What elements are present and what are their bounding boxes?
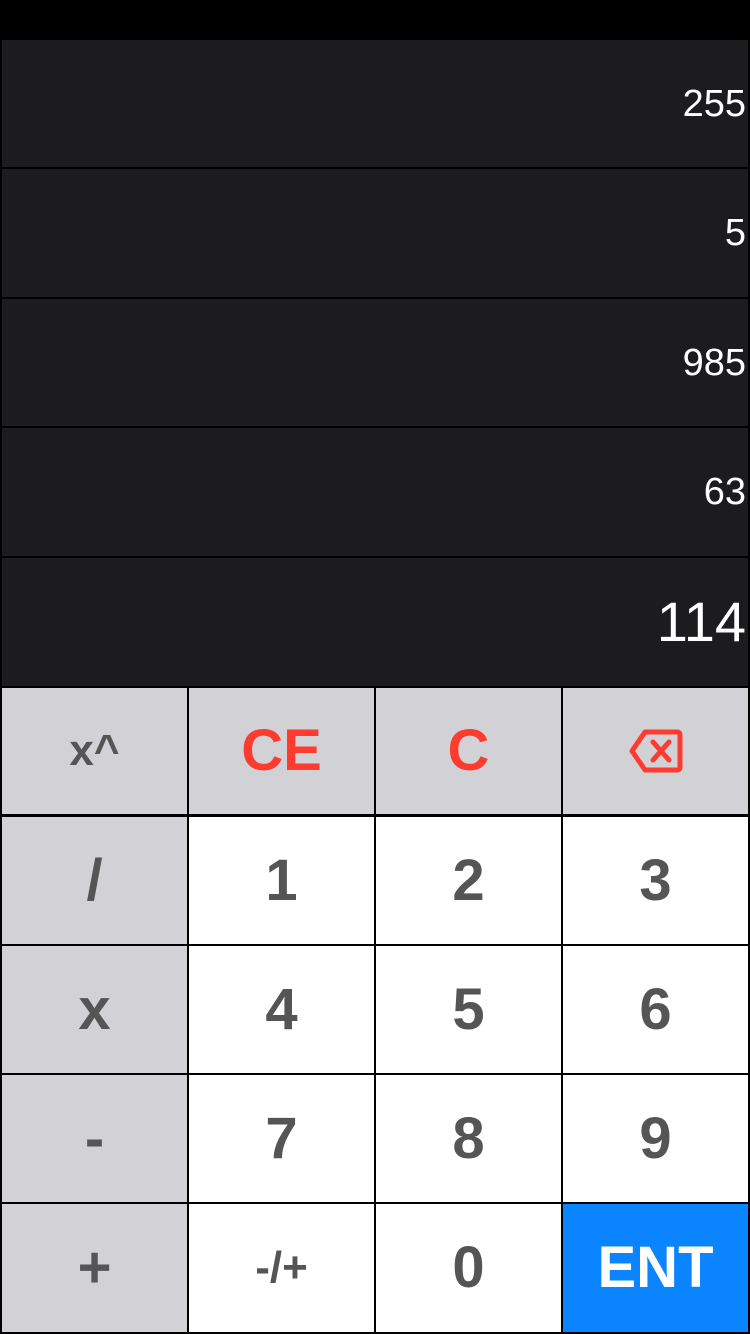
add-label: + [77,1235,112,1300]
stack-row: 63 [2,428,748,556]
power-label: x^ [69,726,120,775]
subtract-label: - [84,1105,105,1171]
negate-label: -/+ [255,1243,308,1292]
enter-button[interactable]: ENT [563,1204,748,1332]
digit-label: 2 [452,847,485,913]
keypad: x^ CE C / 1 2 3 x 4 5 6 - 7 8 9 + -/+ 0 … [0,686,750,1334]
clear-entry-label: CE [241,718,322,783]
digit-8-button[interactable]: 8 [376,1075,561,1202]
digit-label: 1 [265,847,298,913]
clear-label: C [447,718,490,783]
stack-value: 255 [682,82,746,125]
divide-button[interactable]: / [2,817,187,944]
digit-6-button[interactable]: 6 [563,946,748,1073]
subtract-button[interactable]: - [2,1075,187,1202]
stack-value: 985 [682,341,746,384]
clear-entry-button[interactable]: CE [189,688,374,814]
digit-label: 5 [452,976,485,1042]
digit-9-button[interactable]: 9 [563,1075,748,1202]
stack-row: 985 [2,299,748,426]
stack-row: 255 [2,40,748,167]
digit-2-button[interactable]: 2 [376,817,561,944]
digit-label: 0 [452,1235,485,1300]
divide-label: / [86,847,103,913]
power-button[interactable]: x^ [2,688,187,814]
digit-3-button[interactable]: 3 [563,817,748,944]
digit-label: 8 [452,1105,485,1171]
current-entry: 114 [2,558,748,686]
digit-0-button[interactable]: 0 [376,1204,561,1332]
digit-4-button[interactable]: 4 [189,946,374,1073]
negate-button[interactable]: -/+ [189,1204,374,1332]
digit-7-button[interactable]: 7 [189,1075,374,1202]
add-button[interactable]: + [2,1204,187,1332]
clear-button[interactable]: C [376,688,561,814]
multiply-label: x [78,976,111,1042]
digit-label: 9 [639,1105,672,1171]
digit-label: 7 [265,1105,298,1171]
enter-label: ENT [597,1235,714,1300]
multiply-button[interactable]: x [2,946,187,1073]
digit-1-button[interactable]: 1 [189,817,374,944]
stack-value: 5 [724,212,746,254]
current-value: 114 [656,590,746,653]
digit-label: 4 [265,976,298,1042]
digit-label: 3 [639,847,672,913]
digit-5-button[interactable]: 5 [376,946,561,1073]
digit-label: 6 [639,976,672,1042]
stack-row: 5 [2,169,748,297]
stack-value: 63 [703,471,746,513]
backspace-icon [629,729,683,773]
stack-display: 255 5 985 63 114 [0,40,750,686]
status-bar [0,0,750,40]
backspace-button[interactable] [563,688,748,814]
